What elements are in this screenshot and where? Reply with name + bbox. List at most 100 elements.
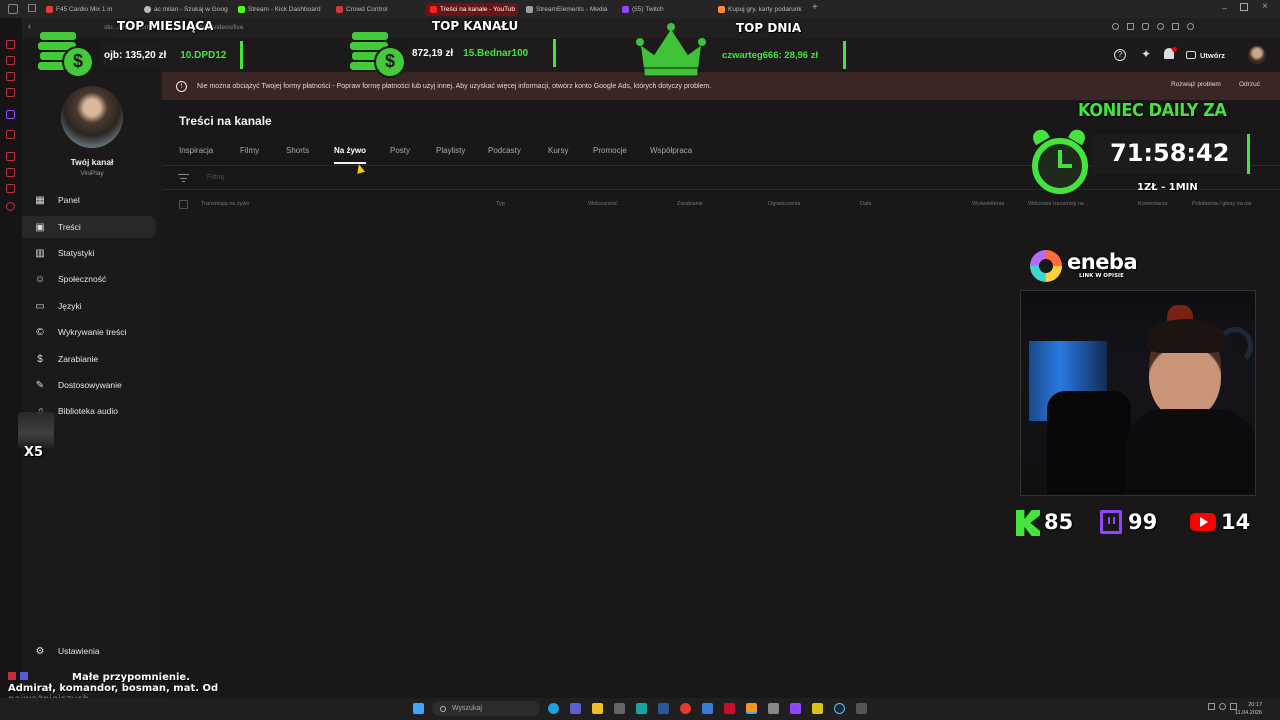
screenshot-icon[interactable] [1127, 23, 1134, 30]
twitch-icon[interactable] [790, 703, 801, 714]
messenger-icon[interactable] [6, 56, 15, 65]
filter-icon[interactable] [178, 174, 189, 182]
app-icon[interactable] [768, 703, 779, 714]
column-likes[interactable]: Polubienia / głosy na nie [1192, 201, 1252, 207]
dismiss-button[interactable]: Odrzuć [1239, 81, 1260, 88]
sidebar-item-label: Panel [58, 195, 80, 205]
edge-icon[interactable] [548, 703, 559, 714]
column-live-stream[interactable]: Transmisja na żywo [201, 201, 249, 207]
browser-tab[interactable]: StreamElements - Media [522, 3, 614, 16]
account-avatar[interactable] [1248, 46, 1266, 64]
channel-avatar[interactable] [61, 86, 123, 148]
sidebar-item-settings[interactable]: ⚙ Ustawienia [22, 640, 156, 662]
bookmark-icon[interactable] [6, 152, 15, 161]
browser-tab[interactable]: Kupuj gry, karty podarunk [714, 3, 806, 16]
top-month-user: 10.DPD12 [180, 49, 227, 61]
app-icon[interactable] [724, 703, 735, 714]
start-icon[interactable] [413, 703, 424, 714]
browser-tab[interactable]: Crowd Control [332, 3, 424, 16]
tab-favicon-icon [46, 6, 53, 13]
history-icon[interactable] [6, 130, 15, 139]
vscode-icon[interactable] [658, 703, 669, 714]
tab-shorts[interactable]: Shorts [286, 146, 309, 155]
your-channel-label[interactable]: Twój kanał [22, 157, 162, 167]
tab-live[interactable]: Na żywo [334, 146, 366, 155]
download-icon[interactable] [1187, 23, 1194, 30]
sidebar-item-monetization[interactable]: $ Zarabianie [22, 348, 156, 370]
money-coins-icon: $ [36, 28, 98, 80]
filter-input[interactable]: Filtruj [207, 174, 224, 181]
browser-tab[interactable]: ac milan - Szukaj w Goog [140, 3, 228, 16]
tab-collaboration[interactable]: Współpraca [650, 146, 692, 155]
column-views[interactable]: Wyświetlenia [972, 201, 1004, 207]
file-explorer-icon[interactable] [592, 703, 603, 714]
sidebar-item-content-detection[interactable]: © Wykrywanie treści [22, 321, 156, 343]
tab-podcasts[interactable]: Podcasty [488, 146, 521, 155]
payment-warning-banner: ! Nie można obciążyć Twojej formy płatno… [162, 72, 1280, 100]
sidebar-item-label: Języki [58, 301, 82, 311]
browser-tab-active[interactable]: Treści na kanale - YouTub [426, 3, 518, 16]
sidebar-item-content[interactable]: ▣ Treści [22, 216, 156, 238]
steam-icon[interactable] [834, 703, 845, 714]
obs-icon[interactable] [746, 703, 757, 714]
player-icon[interactable] [6, 88, 15, 97]
back-icon[interactable]: ‹ [28, 21, 31, 31]
column-visibility[interactable]: Widoczność [588, 201, 618, 207]
column-type[interactable]: Typ [496, 201, 505, 207]
sparkle-icon[interactable]: ✦ [1141, 47, 1151, 61]
sidebar-item-community[interactable]: ☺ Społeczność [22, 268, 156, 290]
browser-tab[interactable]: F45 Cardio Mix 1 in [42, 3, 128, 16]
sidebar-item-panel[interactable]: ▦ Panel [22, 189, 156, 211]
sidebar-item-customization[interactable]: ✎ Dostosowywanie [22, 374, 156, 396]
teams-icon[interactable] [570, 703, 581, 714]
column-live-viewers[interactable]: Widzowie transmisji na ... [1028, 201, 1090, 207]
app-icon[interactable] [812, 703, 823, 714]
top-month-bar: ojb: 135,20 zł 10.DPD12 [100, 42, 240, 68]
tab-videos[interactable]: Filmy [240, 146, 259, 155]
instagram-icon[interactable] [6, 72, 15, 81]
calculator-icon[interactable] [614, 703, 625, 714]
sidebar-item-label: Ustawienia [58, 646, 100, 656]
help-icon[interactable]: ? [1114, 49, 1126, 61]
extensions-icon[interactable] [1172, 23, 1179, 30]
tab-promotions[interactable]: Promocje [593, 146, 627, 155]
taskbar-search[interactable]: Wyszukaj [432, 701, 540, 716]
sidebar-toggle-icon[interactable] [8, 4, 18, 14]
tab-courses[interactable]: Kursy [548, 146, 568, 155]
clock[interactable]: 20:17 11.04.2026 [1222, 701, 1262, 717]
maximize-icon[interactable] [1240, 3, 1248, 11]
settings-icon[interactable] [6, 202, 15, 211]
zoom-icon[interactable] [1112, 23, 1119, 30]
create-button[interactable]: Utwórz [1186, 47, 1225, 63]
downloads-icon[interactable] [6, 168, 15, 177]
tab-posts[interactable]: Posty [390, 146, 410, 155]
app-icon[interactable] [856, 703, 867, 714]
minimize-icon[interactable]: – [1222, 3, 1227, 13]
sidebar-item-analytics[interactable]: ▥ Statystyki [22, 242, 156, 264]
sponsor-subtitle: LINK W OPISIE [1079, 273, 1124, 279]
column-date[interactable]: Data [860, 201, 872, 207]
browser-tab[interactable]: Stream - Kick Dashboard [234, 3, 326, 16]
tab-inspiration[interactable]: Inspiracja [179, 146, 213, 155]
mail-icon[interactable] [702, 703, 713, 714]
sidebar-item-languages[interactable]: ▭ Języki [22, 295, 156, 317]
close-window-icon[interactable]: × [1262, 1, 1268, 12]
top-day-bar: czwarteg666: 28,96 zł [706, 42, 844, 68]
shield-icon[interactable] [1142, 23, 1149, 30]
small-webcam-thumbnail [18, 412, 54, 448]
pinboard-icon[interactable] [6, 184, 15, 193]
column-comments[interactable]: Komentarze [1138, 201, 1168, 207]
favorites-icon[interactable] [1157, 23, 1164, 30]
workspaces-icon[interactable] [28, 4, 36, 12]
opera-icon[interactable] [680, 703, 691, 714]
browser-tab[interactable]: (55) Twitch [618, 3, 710, 16]
column-monetization[interactable]: Zarabianie [677, 201, 703, 207]
notepad-icon[interactable] [636, 703, 647, 714]
select-all-checkbox[interactable] [179, 200, 188, 209]
tab-playlists[interactable]: Playlisty [436, 146, 465, 155]
resolve-problem-button[interactable]: Rozwiąż problem [1171, 81, 1221, 88]
opera-icon[interactable] [6, 40, 15, 49]
new-tab-icon[interactable]: + [812, 2, 818, 13]
column-restrictions[interactable]: Ograniczenia [768, 201, 800, 207]
twitch-icon[interactable] [6, 110, 15, 119]
